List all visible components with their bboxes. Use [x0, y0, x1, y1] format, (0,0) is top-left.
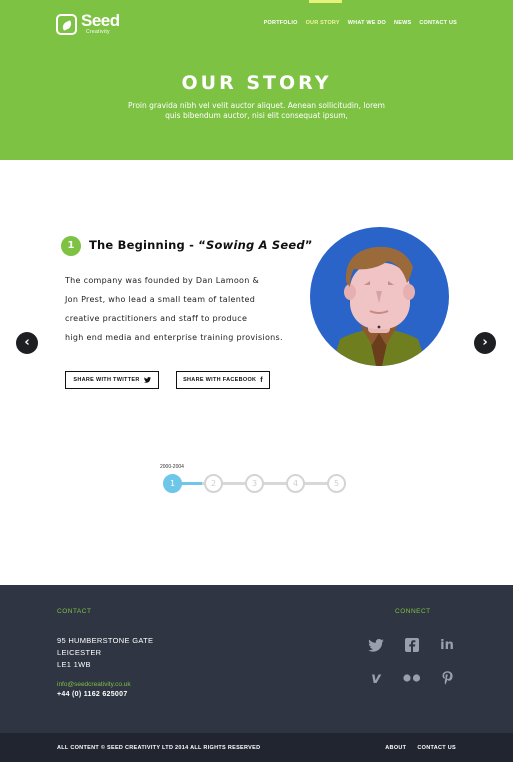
timeline-range-label: 2000-2004 [160, 464, 184, 470]
story-title-suffix: ” [304, 238, 313, 252]
founder-illustration [332, 246, 427, 366]
footer-links: ABOUT CONTACT US [385, 745, 456, 751]
logo-tagline: Creativity [86, 29, 110, 35]
nav-item-news[interactable]: NEWS [394, 20, 411, 26]
story-title-prefix: The Beginning - “ [89, 238, 207, 252]
seed-leaf-icon [56, 13, 77, 35]
twitter-icon[interactable] [367, 636, 385, 654]
story-line: Jon Prest, who lead a small team of tale… [65, 295, 256, 304]
story-body: The company was founded by Dan Lamoon & … [65, 271, 305, 347]
footer-address: 95 HUMBERSTONE GATE LEICESTER LE1 1WB [57, 635, 153, 671]
facebook-icon[interactable] [403, 636, 421, 654]
story-line: The company was founded by Dan Lamoon & [65, 276, 259, 285]
share-twitter-label: SHARE WITH TWITTER [73, 377, 140, 383]
timeline-node-3[interactable]: 3 [245, 474, 264, 493]
pinterest-icon[interactable] [438, 669, 456, 687]
nav-item-what-we-do[interactable]: WHAT WE DO [348, 20, 386, 26]
facebook-icon: f [260, 376, 263, 384]
timeline-node-5[interactable]: 5 [327, 474, 346, 493]
footer-contact-heading: CONTACT [57, 608, 92, 615]
address-line: LEICESTER [57, 648, 102, 657]
timeline-node-2[interactable]: 2 [204, 474, 223, 493]
linkedin-icon[interactable]: in [438, 636, 456, 654]
page-title: OUR STORY [181, 72, 332, 94]
address-line: LE1 1WB [57, 660, 91, 669]
nav-item-contact-us[interactable]: CONTACT US [419, 20, 457, 26]
story-title-emphasis: Sowing A Seed [206, 238, 305, 252]
active-nav-indicator [309, 0, 342, 3]
logo[interactable]: Seed Creativity [56, 12, 126, 36]
nav-item-our-story[interactable]: OUR STORY [306, 20, 340, 26]
founder-portrait [310, 227, 449, 366]
timeline-node-4[interactable]: 4 [286, 474, 305, 493]
share-twitter-button[interactable]: SHARE WITH TWITTER [65, 371, 159, 389]
twitter-icon [143, 377, 151, 383]
footer-connect-heading: CONNECT [395, 608, 431, 615]
share-facebook-label: SHARE WITH FACEBOOK [183, 377, 257, 383]
main-nav: PORTFOLIO OUR STORY WHAT WE DO NEWS CONT… [264, 20, 457, 26]
vimeo-icon[interactable]: v [367, 669, 385, 687]
timeline-node-1[interactable]: 1 [163, 474, 182, 493]
share-facebook-button[interactable]: SHARE WITH FACEBOOK f [176, 371, 270, 389]
chevron-right-icon: › [482, 335, 488, 350]
copyright-text: ALL CONTENT © SEED CREATIVITY LTD 2014 A… [57, 745, 261, 751]
logo-name: Seed [81, 11, 120, 30]
next-slide-button[interactable]: › [474, 332, 496, 354]
hero-header: Seed Creativity PORTFOLIO OUR STORY WHAT… [0, 0, 513, 160]
page-subtitle: Proin gravida nibh vel velit auctor aliq… [128, 101, 385, 120]
nav-item-portfolio[interactable]: PORTFOLIO [264, 20, 298, 26]
previous-slide-button[interactable]: ‹ [16, 332, 38, 354]
story-title: The Beginning - “Sowing A Seed” [89, 238, 313, 252]
address-line: 95 HUMBERSTONE GATE [57, 636, 154, 645]
story-line: high end media and enterprise training p… [65, 333, 283, 342]
footer-link-contact-us[interactable]: CONTACT US [417, 745, 456, 751]
step-number-badge: 1 [61, 236, 81, 256]
story-line: creative practitioners and staff to prod… [65, 314, 248, 323]
footer-phone: +44 (0) 1162 625007 [57, 691, 128, 698]
flickr-icon[interactable] [403, 669, 421, 687]
footer-email-link[interactable]: info@seedcreativity.co.uk [57, 681, 131, 688]
chevron-left-icon: ‹ [24, 335, 30, 350]
footer-link-about[interactable]: ABOUT [385, 745, 406, 751]
